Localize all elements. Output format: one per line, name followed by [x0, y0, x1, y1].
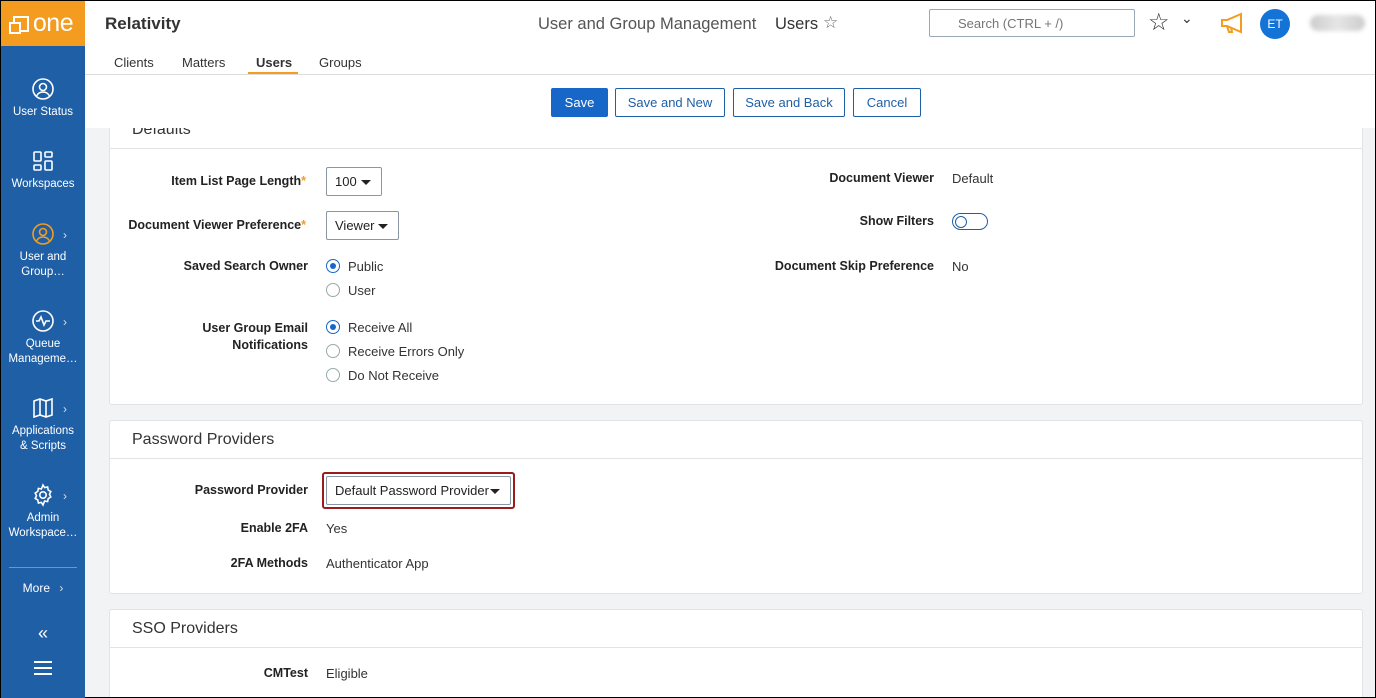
- save-and-new-button[interactable]: Save and New: [615, 88, 725, 117]
- sidebar-divider: [9, 567, 77, 568]
- radio-receive-all-label: Receive All: [348, 320, 413, 335]
- top-bar: Relativity User and Group Management Use…: [85, 1, 1375, 46]
- caret-down-icon: [361, 180, 371, 185]
- activity-icon: [32, 310, 54, 332]
- chevron-right-icon: ›: [63, 402, 67, 416]
- page-title: Users: [775, 15, 819, 33]
- chevron-right-icon: ›: [59, 581, 64, 595]
- viewer-pref-label: Document Viewer Preference*: [128, 218, 306, 232]
- brand-name: one: [32, 9, 74, 37]
- saved-search-owner-label: Saved Search Owner: [183, 259, 308, 273]
- megaphone-icon[interactable]: [1219, 11, 1251, 35]
- sidebar-more[interactable]: More ›: [1, 581, 85, 595]
- document-skip-value: No: [952, 259, 969, 274]
- tab-clients[interactable]: Clients: [114, 55, 154, 70]
- sidebar-item-user-status[interactable]: User Status: [1, 77, 85, 120]
- radio-user-label: User: [348, 283, 376, 298]
- sidebar-item-label: Workspaces: [11, 178, 75, 190]
- sidebar-item-admin-workspace[interactable]: › Admin Workspace…: [1, 483, 85, 541]
- defaults-section-title: Defaults: [110, 128, 1362, 149]
- radio-do-not-receive[interactable]: [326, 368, 340, 382]
- chevron-right-icon: ›: [63, 228, 67, 242]
- grid-icon: [33, 151, 53, 171]
- cmtest-label: CMTest: [263, 666, 308, 680]
- brand-logo[interactable]: one: [1, 1, 85, 46]
- caret-down-icon: [378, 224, 388, 229]
- sidebar-item-label: Applications & Scripts: [11, 425, 74, 452]
- sidebar-item-label: User and Group…: [19, 251, 67, 278]
- defaults-card: Defaults Item List Page Length* 100 Docu…: [109, 128, 1363, 405]
- hamburger-menu-icon[interactable]: [34, 661, 52, 679]
- radio-user[interactable]: [326, 283, 340, 297]
- book-icon: [33, 397, 53, 419]
- star-outline-icon[interactable]: ☆: [823, 13, 838, 33]
- favorites-star-icon[interactable]: ☆: [1148, 8, 1170, 37]
- tab-matters[interactable]: Matters: [182, 55, 225, 70]
- radio-public[interactable]: [326, 259, 340, 273]
- sidebar-item-queue-management[interactable]: › Queue Manageme…: [1, 309, 85, 367]
- caret-down-icon: [490, 489, 500, 494]
- cmtest-value: Eligible: [326, 666, 368, 681]
- chevron-right-icon: ›: [63, 315, 67, 329]
- active-tab-indicator: [248, 72, 298, 74]
- password-providers-title: Password Providers: [110, 421, 1362, 459]
- user-circle-icon: [32, 78, 54, 100]
- more-label: More: [22, 581, 50, 595]
- search-input[interactable]: [929, 9, 1135, 37]
- sidebar-item-workspaces[interactable]: Workspaces: [1, 149, 85, 192]
- cancel-button[interactable]: Cancel: [853, 88, 921, 117]
- action-bar: Save Save and New Save and Back Cancel: [85, 76, 1375, 128]
- radio-public-label: Public: [348, 259, 384, 274]
- breadcrumb[interactable]: User and Group Management: [538, 15, 756, 34]
- app-title: Relativity: [105, 14, 181, 33]
- document-viewer-label: Document Viewer: [829, 171, 934, 185]
- tab-groups[interactable]: Groups: [319, 55, 362, 70]
- document-viewer-value: Default: [952, 171, 994, 186]
- user-name-blurred: [1310, 15, 1365, 31]
- sidebar-item-applications-scripts[interactable]: › Applications & Scripts: [1, 396, 85, 454]
- sidebar-item-label: User Status: [12, 106, 74, 118]
- sidebar-item-label: Admin Workspace…: [8, 512, 78, 539]
- avatar[interactable]: ET: [1260, 9, 1290, 39]
- chevron-down-icon[interactable]: ⌄: [1181, 10, 1193, 27]
- save-and-back-button[interactable]: Save and Back: [733, 88, 845, 117]
- sso-providers-card: SSO Providers CMTest Eligible: [109, 609, 1363, 697]
- sidebar-item-label: Queue Manageme…: [8, 338, 78, 365]
- enable-2fa-value: Yes: [326, 521, 348, 536]
- item-list-page-length-select[interactable]: 100: [326, 167, 382, 196]
- password-provider-select[interactable]: Default Password Provider: [326, 476, 511, 505]
- password-provider-label: Password Provider: [194, 483, 308, 497]
- email-notifications-label: User Group Email Notifications: [202, 321, 308, 352]
- radio-receive-errors-only[interactable]: [326, 344, 340, 358]
- radio-receive-all[interactable]: [326, 320, 340, 334]
- enable-2fa-label: Enable 2FA: [240, 521, 308, 535]
- tab-bar: Clients Matters Users Groups: [85, 47, 1375, 75]
- password-providers-card: Password Providers Password Provider Def…: [109, 420, 1363, 594]
- radio-receive-errors-label: Receive Errors Only: [348, 344, 465, 359]
- chevron-right-icon: ›: [63, 489, 67, 503]
- collapse-sidebar-icon[interactable]: «: [1, 623, 85, 644]
- sidebar-item-user-and-group[interactable]: › User and Group…: [1, 222, 85, 280]
- item-list-value: 100: [335, 174, 357, 189]
- password-provider-value: Default Password Provider: [335, 483, 489, 498]
- tab-users[interactable]: Users: [256, 55, 292, 70]
- user-circle-icon: [32, 223, 54, 245]
- 2fa-methods-value: Authenticator App: [326, 556, 429, 571]
- document-skip-label: Document Skip Preference: [774, 259, 934, 273]
- save-button[interactable]: Save: [551, 88, 608, 117]
- 2fa-methods-label: 2FA Methods: [230, 556, 308, 570]
- show-filters-toggle[interactable]: [952, 213, 988, 230]
- show-filters-label: Show Filters: [859, 214, 934, 228]
- gear-icon: [34, 483, 52, 507]
- viewer-pref-value: Viewer: [335, 218, 375, 233]
- sso-providers-title: SSO Providers: [110, 610, 1362, 648]
- logo-icon: [8, 15, 29, 34]
- radio-do-not-receive-label: Do Not Receive: [348, 368, 440, 383]
- content-area[interactable]: Defaults Item List Page Length* 100 Docu…: [85, 128, 1375, 697]
- document-viewer-preference-select[interactable]: Viewer: [326, 211, 399, 240]
- sidebar: one User Status Workspaces › User and Gr…: [1, 1, 85, 698]
- item-list-label: Item List Page Length*: [171, 174, 306, 188]
